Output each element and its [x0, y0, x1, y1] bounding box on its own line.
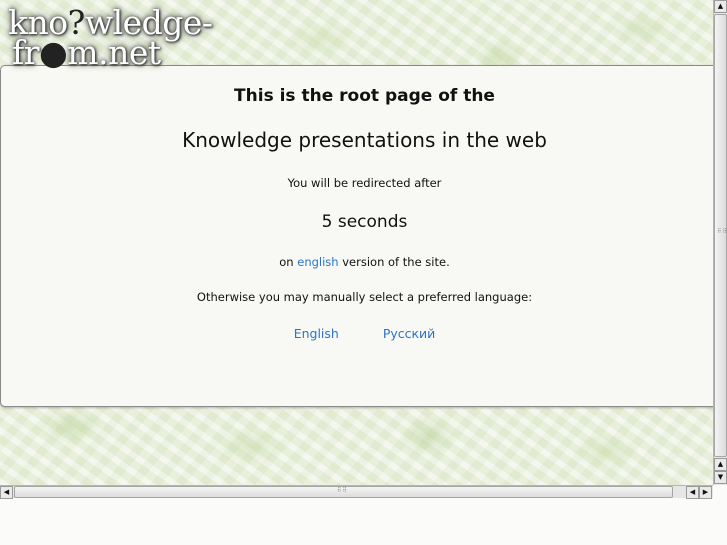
manual-select-text: Otherwise you may manually select a pref… [196, 290, 533, 304]
page-subtitle: Knowledge presentations in the web [182, 128, 547, 152]
arrow-left-icon: ◀ [3, 488, 10, 496]
redirect-text: You will be redirected after [287, 176, 442, 190]
version-text: on english version of the site. [1, 255, 713, 269]
logo-text: m.net [67, 33, 161, 72]
language-link-english[interactable]: English [294, 326, 339, 341]
page-title: This is the root page of the [234, 86, 495, 106]
arrow-right-icon: ▶ [702, 488, 709, 496]
page-viewport: kno?wledge- fr●m.net This is the root pa… [0, 0, 713, 485]
arrow-up-icon: ▲ [717, 2, 724, 10]
version-suffix: version of the site. [342, 255, 450, 269]
countdown-text: 5 seconds [321, 212, 408, 232]
horizontal-scroll-thumb[interactable]: ⠿⠿ [14, 486, 673, 498]
scrollbar-corner [713, 485, 727, 498]
scroll-down-button[interactable]: ▼ [714, 471, 727, 484]
logo-line-2: fr●m.net [8, 36, 213, 69]
horizontal-scrollbar[interactable]: ◀ ⠿⠿ ◀ ▶ [0, 485, 713, 499]
scroll-left-button-secondary[interactable]: ◀ [686, 486, 699, 499]
grip-icon: ⠿⠿ [337, 487, 348, 494]
scroll-up-button[interactable]: ▲ [714, 0, 727, 13]
language-link-russian[interactable]: Русский [383, 326, 435, 341]
site-logo[interactable]: kno?wledge- fr●m.net [8, 6, 213, 69]
scroll-right-button[interactable]: ▶ [699, 486, 712, 499]
arrow-up-icon: ▲ [717, 460, 724, 468]
vertical-scroll-thumb[interactable]: ⠿⠿ [714, 14, 727, 457]
content-box: This is the root page of the Knowledge p… [0, 65, 713, 407]
arrow-down-icon: ▼ [717, 473, 724, 481]
grip-icon: ⠿⠿ [717, 228, 727, 235]
scroll-up-button-secondary[interactable]: ▲ [714, 458, 727, 471]
version-prefix: on [279, 255, 294, 269]
logo-text: fr [12, 33, 40, 72]
dot-icon: ● [39, 33, 68, 72]
english-version-link[interactable]: english [297, 255, 338, 269]
scroll-left-button[interactable]: ◀ [0, 486, 13, 499]
language-links: English Русский [1, 326, 713, 341]
vertical-scrollbar[interactable]: ▲ ⠿⠿ ▲ ▼ [713, 0, 727, 485]
arrow-left-icon: ◀ [689, 488, 696, 496]
